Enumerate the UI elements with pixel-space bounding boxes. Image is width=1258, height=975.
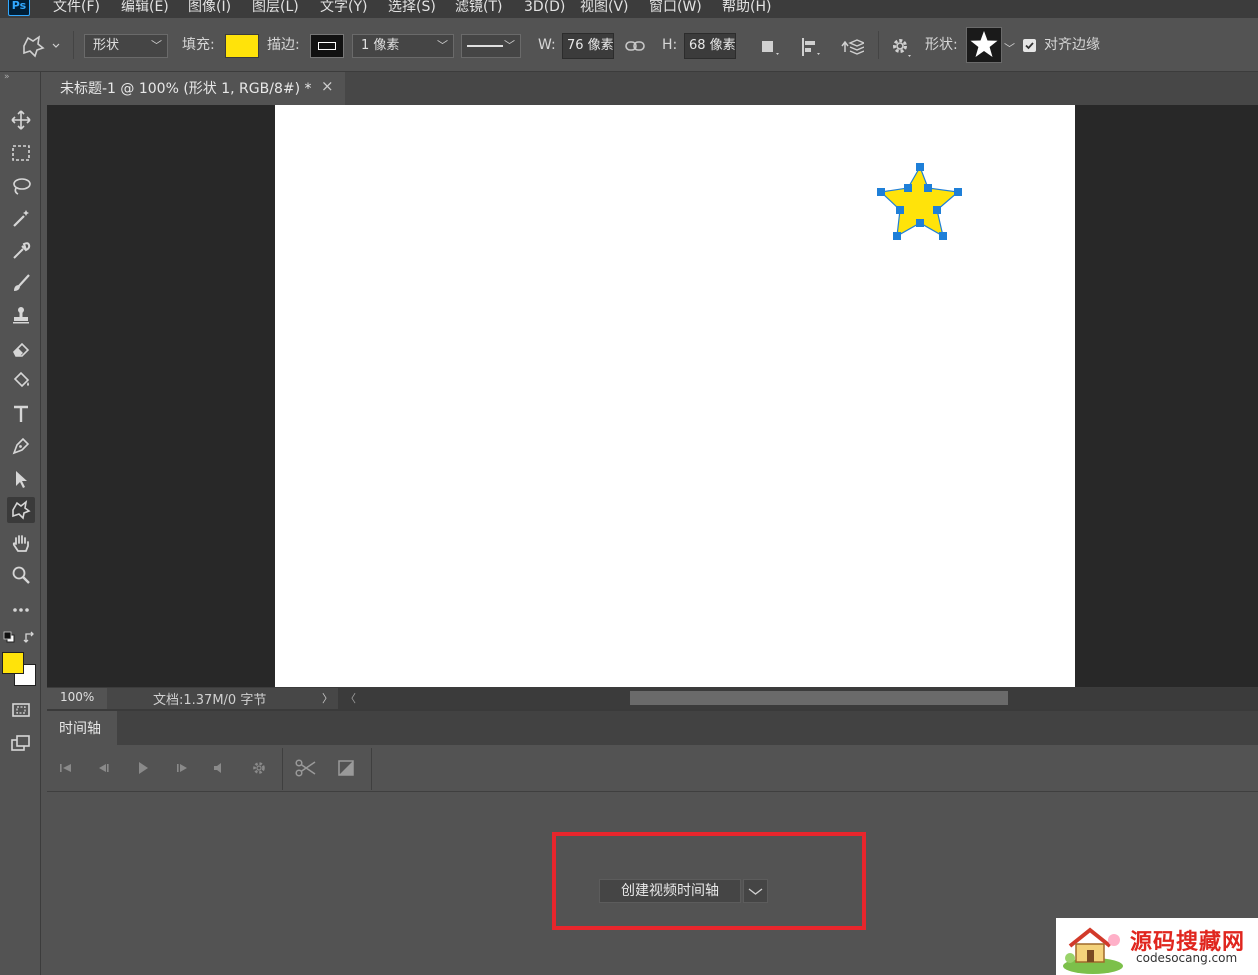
close-icon[interactable]: × [321,77,334,95]
width-label: W: [538,37,556,53]
stamp-tool-icon[interactable] [7,302,35,328]
menu-layer[interactable]: 图层(L) [252,0,299,18]
star-shape-layer[interactable] [871,159,965,243]
stroke-color-swatch[interactable] [310,34,344,58]
go-to-first-frame-icon[interactable] [55,757,77,779]
path-selection-tool-icon[interactable] [7,466,35,492]
timeline-tab[interactable]: 时间轴 [47,711,117,745]
create-video-timeline-button[interactable]: 创建视频时间轴 [599,879,741,903]
pen-tool-icon[interactable] [7,433,35,459]
transition-icon[interactable] [335,757,357,779]
separator [371,748,372,790]
more-tools-icon[interactable] [7,595,35,621]
status-bar: 100% 文档:1.37M/0 字节 〉 〈 [47,687,1258,709]
menu-edit[interactable]: 编辑(E) [121,0,169,18]
star-shape-icon [970,31,998,57]
menu-file[interactable]: 文件(F) [53,0,100,18]
watermark-logo [1063,927,1123,974]
shape-picker[interactable] [966,27,1002,63]
menu-window[interactable]: 窗口(W) [649,0,702,18]
document-info[interactable]: 文档:1.37M/0 字节 [153,689,266,708]
path-operations-icon[interactable] [758,36,782,58]
separator [282,748,283,790]
collapse-panel-icon[interactable]: » [4,72,9,82]
height-label: H: [662,37,678,53]
brush-tool-icon[interactable] [7,270,35,296]
scroll-left-icon[interactable]: 〈 [345,690,356,706]
document-canvas[interactable] [275,105,1075,687]
type-tool-icon[interactable] [7,401,35,427]
menu-help[interactable]: 帮助(H) [722,0,771,18]
lasso-tool-icon[interactable] [7,173,35,199]
stroke-type-select[interactable]: ﹀ [461,34,521,58]
stroke-label: 描边: [267,37,300,53]
width-input[interactable]: 76 像素 [562,33,614,59]
checkmark-icon [1025,42,1034,50]
menu-filter[interactable]: 滤镜(T) [455,0,502,18]
default-colors-icon[interactable] [3,631,15,643]
playback-settings-gear-icon[interactable] [248,757,270,779]
shape-label: 形状: [925,37,958,53]
menu-type[interactable]: 文字(Y) [320,0,367,18]
chevron-down-icon: ﹀ [151,39,162,52]
play-icon[interactable] [132,757,154,779]
chevron-down-icon: ﹀ [437,39,448,52]
path-alignment-icon[interactable] [798,36,822,58]
swap-colors-icon[interactable] [23,630,37,644]
height-input[interactable]: 68 像素 [684,33,736,59]
separator [878,31,879,59]
next-frame-icon[interactable] [171,757,193,779]
paint-bucket-tool-icon[interactable] [7,368,35,394]
menu-3d[interactable]: 3D(D) [524,0,565,18]
chevron-down-icon: ﹀ [504,39,515,52]
foreground-color-swatch[interactable] [2,652,24,674]
fill-color-swatch[interactable] [225,34,259,58]
separator [73,31,74,59]
status-menu-arrow-icon[interactable]: 〉 [322,690,333,706]
gear-icon[interactable] [888,35,914,59]
previous-frame-icon[interactable] [93,757,115,779]
tool-mode-select[interactable]: 形状 ﹀ [84,34,168,58]
menu-select[interactable]: 选择(S) [388,0,436,18]
timeline-tab-label: 时间轴 [59,721,101,737]
menu-view[interactable]: 视图(V) [580,0,629,18]
document-tab-title: 未标题-1 @ 100% (形状 1, RGB/8#) * [60,81,312,97]
zoom-level[interactable]: 100% [60,690,94,704]
fill-label: 填充: [182,37,215,53]
eyedropper-tool-icon[interactable] [7,238,35,264]
solid-line-icon [467,45,503,47]
panel-tab-bar [47,709,1258,745]
document-tab[interactable]: 未标题-1 @ 100% (形状 1, RGB/8#) * × [47,72,345,105]
path-arrangement-icon[interactable] [838,36,866,58]
stroke-width-field[interactable]: 1 像素 ﹀ [352,34,454,58]
chevron-down-icon[interactable]: ﹀ [1004,40,1016,55]
split-at-playhead-scissors-icon[interactable] [295,757,317,779]
screen-mode-icon[interactable] [7,730,35,756]
menu-bar: Ps 文件(F) 编辑(E) 图像(I) 图层(L) 文字(Y) 选择(S) 滤… [0,0,1258,18]
align-edges-checkbox[interactable] [1023,39,1036,52]
marquee-tool-icon[interactable] [7,140,35,166]
quick-mask-icon[interactable] [7,697,35,723]
photoshop-logo: Ps [8,0,30,16]
chevron-down-icon [748,888,763,895]
eraser-tool-icon[interactable] [7,336,35,362]
move-tool-icon[interactable] [7,107,35,133]
align-edges-label: 对齐边缘 [1044,37,1100,53]
link-icon[interactable] [624,37,646,55]
menu-image[interactable]: 图像(I) [188,0,231,18]
zoom-tool-icon[interactable] [7,562,35,588]
tool-mode-value: 形状 [93,38,120,53]
watermark: 源码搜藏网 codesocang.com [1056,918,1258,975]
mute-audio-icon[interactable] [208,757,230,779]
hand-tool-icon[interactable] [7,530,35,556]
horizontal-scrollbar-thumb[interactable] [630,691,1008,705]
magic-wand-tool-icon[interactable] [7,205,35,231]
custom-shape-tool-preset-icon[interactable] [20,34,60,58]
timeline-type-dropdown[interactable] [743,879,768,903]
custom-shape-tool-icon[interactable] [7,497,35,523]
watermark-url: codesocang.com [1136,951,1238,965]
stroke-width-value: 1 像素 [361,38,400,53]
